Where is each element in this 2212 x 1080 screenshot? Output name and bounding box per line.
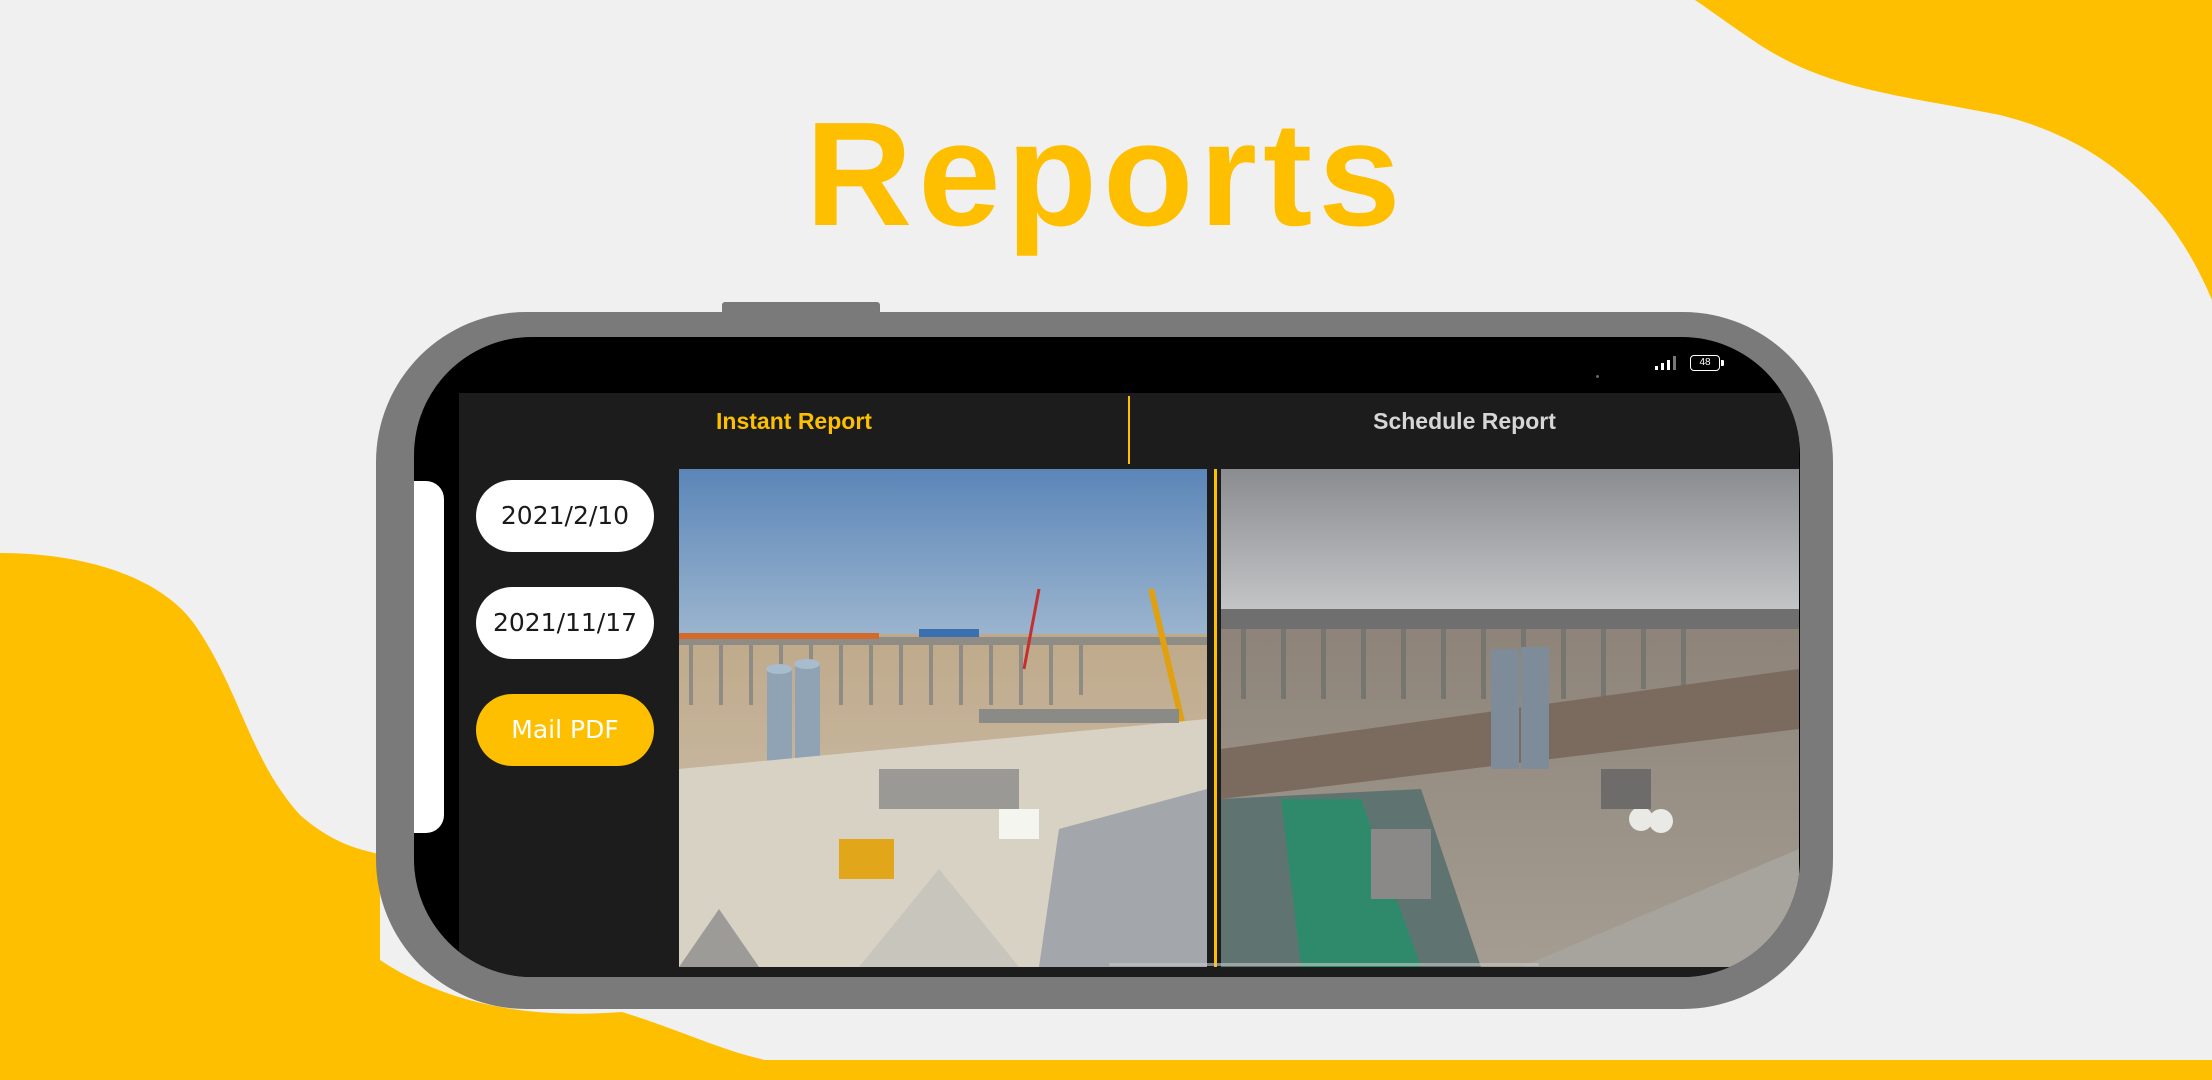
home-indicator xyxy=(1109,963,1539,966)
end-date-button[interactable]: 2021/11/17 xyxy=(476,587,654,659)
tab-bar: Instant Report Schedule Report xyxy=(459,393,1799,469)
mail-pdf-button[interactable]: Mail PDF xyxy=(476,694,654,766)
start-date-button[interactable]: 2021/2/10 xyxy=(476,480,654,552)
compare-slider-handle[interactable] xyxy=(1214,469,1217,967)
status-bar: 48 xyxy=(1655,355,1724,371)
tab-schedule-report[interactable]: Schedule Report xyxy=(1130,393,1799,449)
app-area: Instant Report Schedule Report 2021/2/10… xyxy=(459,393,1799,977)
status-dot xyxy=(1596,375,1599,378)
construction-site-photo-overcast xyxy=(1221,469,1799,967)
tab-instant-report[interactable]: Instant Report xyxy=(459,393,1129,449)
battery-icon: 48 xyxy=(1690,355,1724,371)
construction-site-photo-sunny xyxy=(679,469,1207,967)
phone-side-handle xyxy=(414,481,444,833)
report-sidebar: 2021/2/10 2021/11/17 Mail PDF xyxy=(459,469,669,977)
page-title: Reports xyxy=(805,92,1407,257)
comparison-viewer xyxy=(679,469,1799,967)
phone-screen: 48 Instant Report Schedule Report 2021/2… xyxy=(414,337,1800,977)
cellular-signal-icon xyxy=(1655,356,1676,370)
